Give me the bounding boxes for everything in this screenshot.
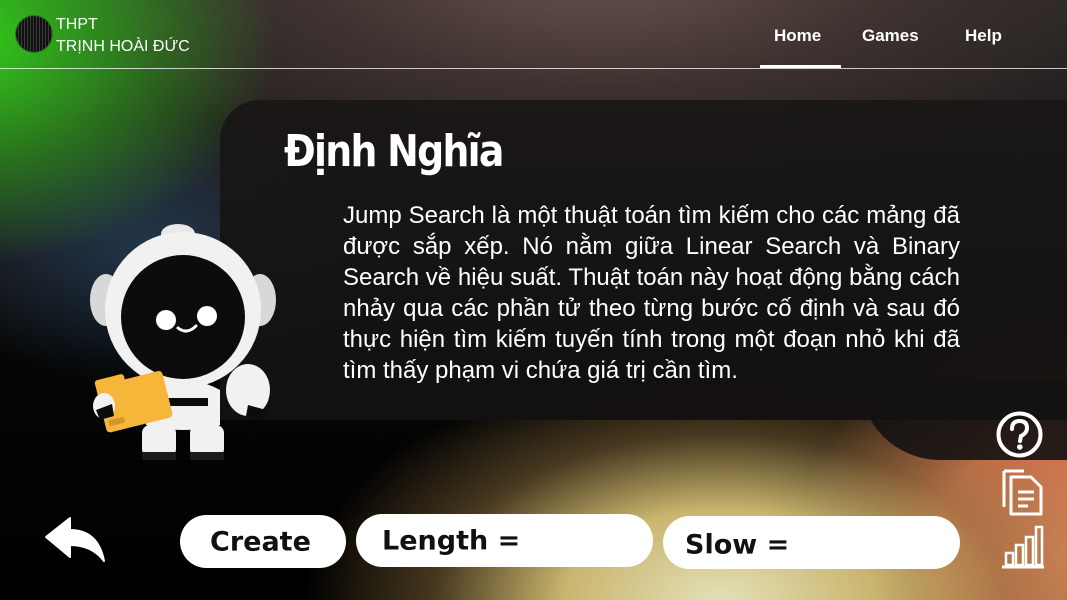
create-button[interactable]: Create bbox=[180, 515, 346, 568]
slow-label: Slow = bbox=[685, 529, 790, 561]
school-name-line1: THPT bbox=[56, 16, 98, 33]
robot-mascot-icon bbox=[90, 224, 276, 460]
question-circle-icon[interactable] bbox=[996, 411, 1043, 458]
bar-chart-icon[interactable] bbox=[1000, 523, 1046, 569]
back-arrow-icon[interactable] bbox=[42, 515, 108, 567]
nav-active-indicator bbox=[760, 65, 841, 68]
length-label: Length = bbox=[382, 525, 521, 556]
create-button-label: Create bbox=[210, 526, 311, 557]
page-title: Định Nghĩa bbox=[284, 126, 504, 177]
definition-text: Jump Search là một thuật toán tìm kiếm c… bbox=[343, 202, 960, 384]
school-logo-icon bbox=[16, 16, 52, 52]
nav-games[interactable]: Games bbox=[862, 26, 919, 46]
nav-help[interactable]: Help bbox=[965, 26, 1002, 46]
slow-input[interactable] bbox=[798, 526, 942, 561]
document-icon[interactable] bbox=[1000, 467, 1044, 517]
length-field[interactable]: Length = bbox=[356, 514, 653, 567]
school-name: THPT TRỊNH HOÀI ĐỨC bbox=[56, 14, 190, 58]
nav-home[interactable]: Home bbox=[774, 26, 821, 46]
school-name-line2: TRỊNH HOÀI ĐỨC bbox=[56, 38, 190, 55]
slow-field[interactable]: Slow = bbox=[663, 516, 960, 569]
length-input[interactable] bbox=[524, 524, 638, 559]
